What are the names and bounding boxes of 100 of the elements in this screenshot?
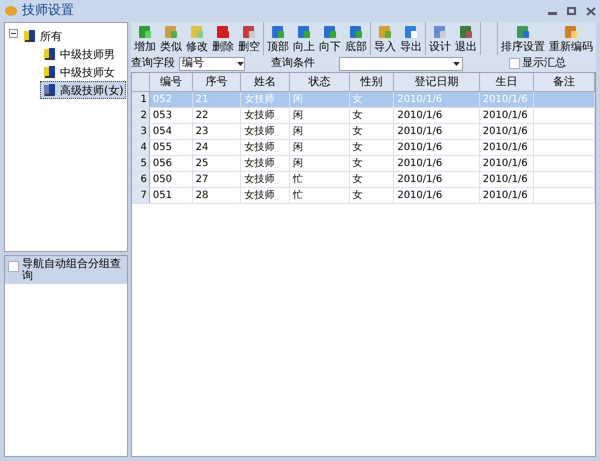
toolbar-button[interactable]: 设计 xyxy=(428,24,452,53)
maximize-icon[interactable] xyxy=(567,7,576,15)
table-cell: 055 xyxy=(152,142,172,153)
table-cell: 女 xyxy=(352,174,363,185)
query-field-dropdown[interactable]: 编号 xyxy=(179,56,245,70)
nav-panel-title: 导航自动组合分组查询 xyxy=(22,258,122,282)
column-header[interactable]: 姓名 xyxy=(241,73,290,91)
table-cell: 闲 xyxy=(293,110,303,121)
toolbar-button[interactable]: 类似 xyxy=(159,24,183,53)
table-row[interactable]: 2 053 22 女技师 闲 女 2010/1/6 2010/1/6 xyxy=(132,108,595,124)
table-cell: 2010/1/6 xyxy=(482,126,528,137)
toolbar-icon xyxy=(296,24,312,40)
toolbar-button[interactable]: 退出 xyxy=(454,24,478,53)
table-row[interactable]: 5 056 25 女技师 闲 女 2010/1/6 2010/1/6 xyxy=(132,156,595,172)
dropdown-arrow-icon xyxy=(237,62,244,66)
toolbar-icon xyxy=(515,24,531,40)
column-header[interactable]: 登记日期 xyxy=(394,73,480,91)
toolbar-button[interactable]: 向下 xyxy=(318,24,342,53)
tree-item[interactable]: 高级技师(女) xyxy=(40,81,126,99)
table-cell: 2010/1/6 xyxy=(397,94,442,105)
table-cell: 2010/1/6 xyxy=(482,110,528,121)
table-cell: 女技师 xyxy=(244,142,274,153)
table-cell: 2010/1/6 xyxy=(397,158,442,169)
table-cell: 053 xyxy=(152,110,172,121)
toolbar-icon xyxy=(563,24,579,40)
close-icon[interactable] xyxy=(586,6,596,16)
table-cell: 闲 xyxy=(293,142,303,153)
toolbar-icon xyxy=(348,24,364,40)
column-header[interactable]: 序号 xyxy=(192,73,242,91)
checkbox[interactable] xyxy=(8,261,19,272)
row-number: 5 xyxy=(132,156,150,171)
toolbar-button[interactable]: 重新编码 xyxy=(548,24,594,53)
table-row[interactable]: 1 052 21 女技师 闲 女 2010/1/6 2010/1/6 xyxy=(132,92,595,108)
toolbar-icon xyxy=(322,24,338,40)
row-number: 7 xyxy=(132,188,150,203)
tree-item[interactable]: 中级技师女 xyxy=(40,63,117,81)
table-cell: 女 xyxy=(352,142,363,153)
table-cell: 054 xyxy=(152,126,172,137)
toolbar-icon xyxy=(137,24,153,40)
toolbar-button[interactable]: 删空 xyxy=(237,24,261,53)
toolbar-icon xyxy=(189,24,205,40)
column-header[interactable]: 状态 xyxy=(290,73,350,91)
table-cell: 女技师 xyxy=(244,94,274,105)
table-cell: 2010/1/6 xyxy=(397,126,442,137)
table-cell: 2010/1/6 xyxy=(482,94,528,105)
row-number: 1 xyxy=(132,92,150,107)
checkbox[interactable] xyxy=(509,58,520,69)
column-header[interactable]: 编号 xyxy=(150,73,193,91)
query-condition-label: 查询条件 xyxy=(271,55,315,72)
toolbar-icon xyxy=(270,24,286,40)
toolbar-button[interactable]: 导出 xyxy=(399,24,423,53)
row-number: 4 xyxy=(132,140,150,155)
table-cell: 忙 xyxy=(293,174,303,185)
row-number: 2 xyxy=(132,108,150,123)
toolbar-button[interactable]: 增加 xyxy=(133,24,157,53)
toolbar-button[interactable]: 导入 xyxy=(373,24,397,53)
tree-item[interactable]: 所有 xyxy=(20,27,64,45)
table-cell: 24 xyxy=(196,142,208,153)
toolbar-icon xyxy=(377,24,393,40)
table-cell: 052 xyxy=(152,94,172,105)
row-number: 6 xyxy=(132,172,150,187)
table-cell: 女技师 xyxy=(244,174,274,185)
book-icon xyxy=(22,28,38,44)
column-header[interactable]: 备注 xyxy=(534,73,595,91)
collapse-toggle[interactable] xyxy=(9,29,18,38)
table-cell: 2010/1/6 xyxy=(397,174,442,185)
table-cell: 28 xyxy=(196,190,208,201)
column-header[interactable]: 性别 xyxy=(350,73,394,91)
tree-item[interactable]: 中级技师男 xyxy=(40,45,117,63)
book-icon xyxy=(42,64,58,80)
column-header[interactable]: 生日 xyxy=(480,73,534,91)
table-cell: 闲 xyxy=(293,126,303,137)
window-title: 技师设置 xyxy=(22,2,74,20)
table-cell: 2010/1/6 xyxy=(482,174,528,185)
toolbar-button[interactable]: 底部 xyxy=(344,24,368,53)
table-cell: 女 xyxy=(352,110,363,121)
table-row[interactable]: 7 051 28 女技师 忙 女 2010/1/6 2010/1/6 xyxy=(132,188,595,204)
toolbar-button[interactable]: 修改 xyxy=(185,24,209,53)
table-cell: 050 xyxy=(152,174,172,185)
query-condition-dropdown[interactable] xyxy=(339,56,463,70)
table-row[interactable]: 4 055 24 女技师 闲 女 2010/1/6 2010/1/6 xyxy=(132,140,595,156)
toolbar-button[interactable]: 向上 xyxy=(292,24,316,53)
book-icon xyxy=(42,46,58,62)
toolbar-icon xyxy=(432,24,448,40)
table-row[interactable]: 3 054 23 女技师 闲 女 2010/1/6 2010/1/6 xyxy=(132,124,595,140)
minimize-icon[interactable] xyxy=(548,12,557,14)
toolbar-icon xyxy=(215,24,231,40)
table-cell: 23 xyxy=(196,126,208,137)
table-row[interactable]: 6 050 27 女技师 忙 女 2010/1/6 2010/1/6 xyxy=(132,172,595,188)
toolbar-button[interactable]: 排序设置 xyxy=(500,24,546,53)
table-cell: 忙 xyxy=(293,190,303,201)
table-cell: 2010/1/6 xyxy=(397,142,442,153)
table-cell: 22 xyxy=(196,110,208,121)
query-field-label: 查询字段 xyxy=(131,55,175,72)
toolbar-button[interactable]: 顶部 xyxy=(266,24,290,53)
table-cell: 21 xyxy=(196,94,208,105)
table-cell: 25 xyxy=(196,158,208,169)
toolbar-button[interactable]: 删除 xyxy=(211,24,235,53)
toolbar-icon xyxy=(458,24,474,40)
toolbar-icon xyxy=(241,24,257,40)
